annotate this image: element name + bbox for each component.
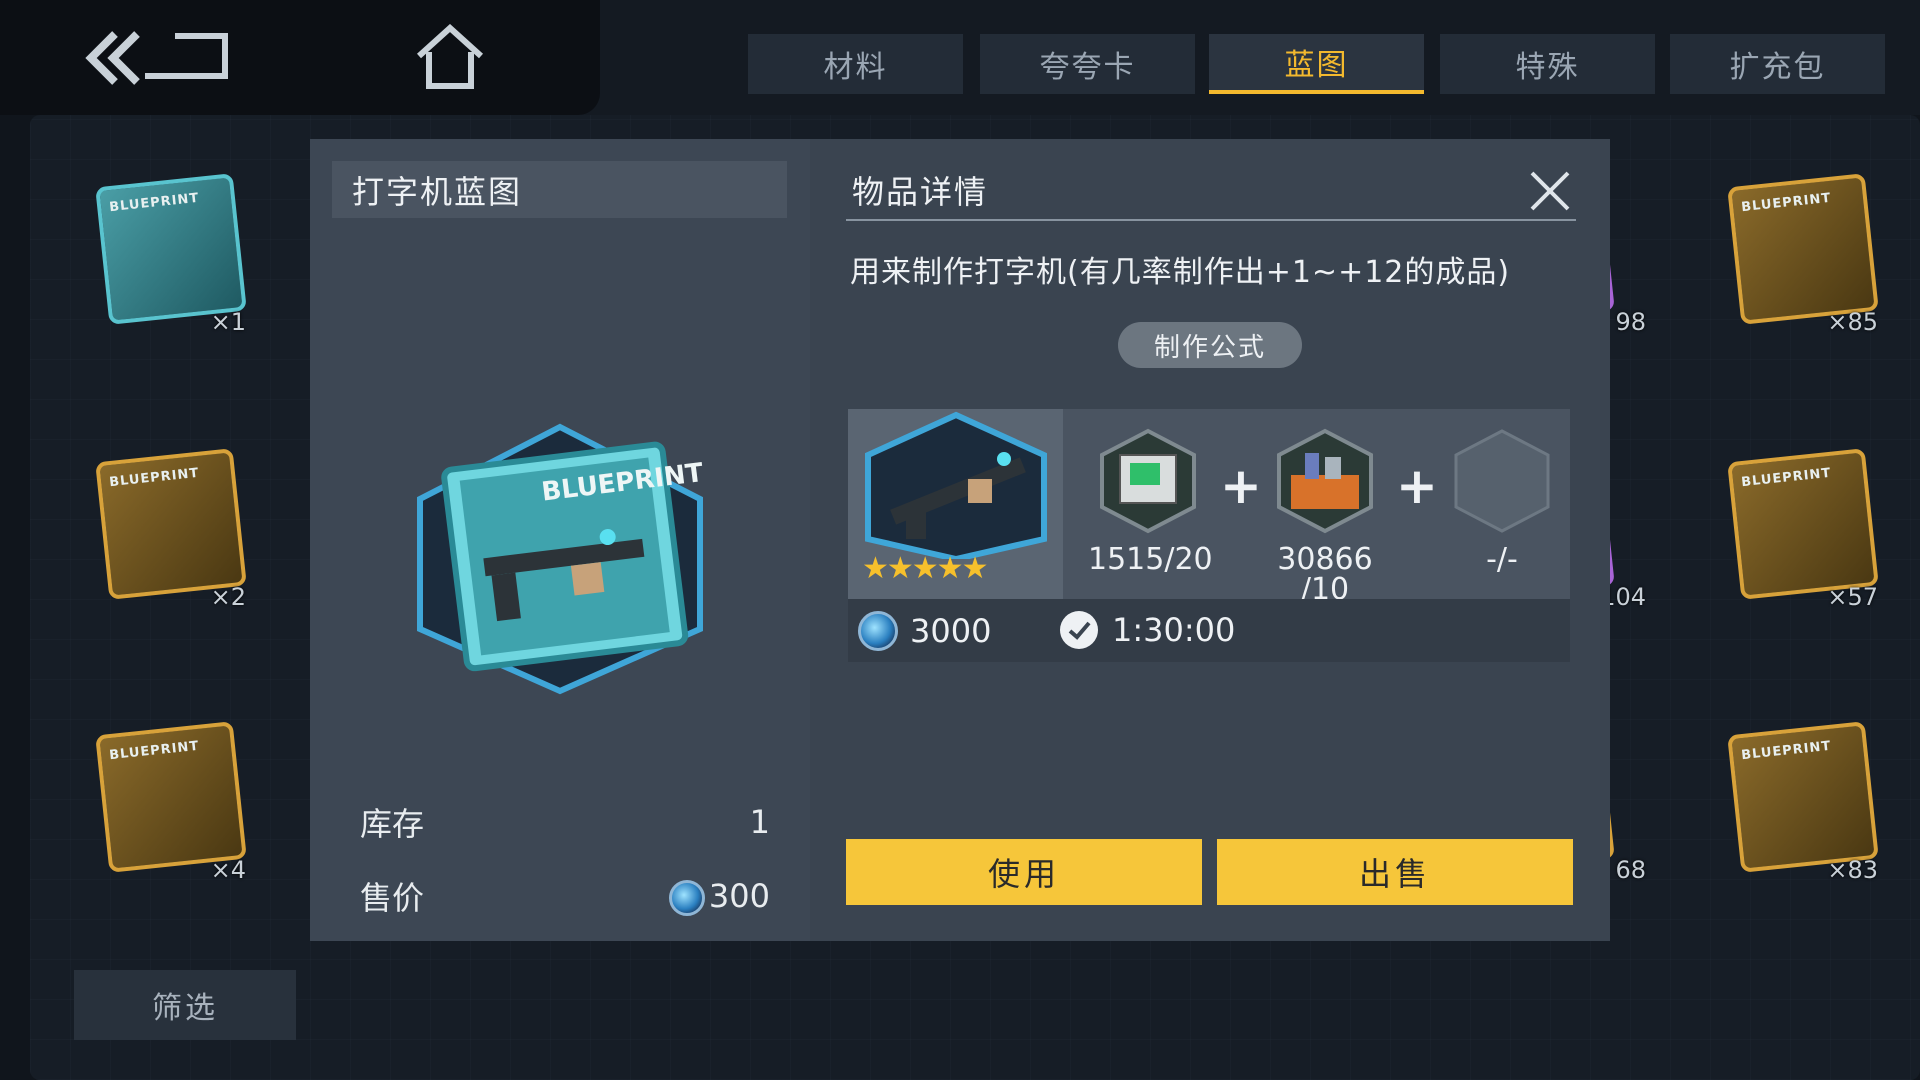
price-label: 售价 bbox=[360, 879, 425, 917]
orange-parts-box-icon bbox=[1277, 428, 1373, 534]
price-group: 300 bbox=[668, 876, 770, 916]
item-detail-panel: 物品详情 用来制作打字机(有几率制作出+1~+12的成品) 制作公式 ★★★★★ bbox=[810, 139, 1610, 941]
recipe-cost-bar: 3000 1:30:00 bbox=[848, 599, 1570, 662]
blueprint-card-icon: BLUEPRINT bbox=[95, 448, 247, 600]
crafting-recipe: ★★★★★ 1515/20 + 30866 /10 + -/- 3000 1:3… bbox=[848, 409, 1570, 662]
double-chevron-left-icon bbox=[85, 31, 228, 85]
inventory-slot[interactable]: BLUEPRINT ×2 bbox=[84, 445, 254, 615]
ingredient-slot[interactable]: 1515/20 bbox=[1088, 427, 1213, 577]
tab-materials[interactable]: 材料 bbox=[748, 34, 963, 94]
craft-cost: 3000 bbox=[858, 611, 991, 651]
inventory-slot[interactable]: BLUEPRINT ×83 bbox=[1716, 718, 1886, 888]
use-button[interactable]: 使用 bbox=[846, 839, 1202, 905]
green-crate-icon bbox=[1100, 428, 1196, 534]
crafting-formula-label: 制作公式 bbox=[1118, 322, 1302, 368]
slot-quantity: ×85 bbox=[1827, 308, 1878, 336]
blueprint-card-icon: BLUEPRINT bbox=[1727, 448, 1879, 600]
tab-special[interactable]: 特殊 bbox=[1440, 34, 1655, 94]
tab-praise-cards[interactable]: 夸夸卡 bbox=[980, 34, 1195, 94]
slot-quantity: ×4 bbox=[210, 856, 246, 884]
blueprint-label: BLUEPRINT bbox=[108, 190, 200, 216]
tab-blueprints[interactable]: 蓝图 bbox=[1209, 34, 1424, 94]
ingredient-slot[interactable]: -/- bbox=[1442, 427, 1562, 575]
blueprint-label: BLUEPRINT bbox=[108, 465, 200, 491]
back-button[interactable] bbox=[85, 28, 235, 88]
blueprint-card-icon: BLUEPRINT bbox=[1727, 721, 1879, 873]
coin-icon bbox=[668, 879, 705, 916]
craft-time: 1:30:00 bbox=[1060, 611, 1235, 649]
plus-sign: + bbox=[1220, 457, 1262, 515]
price-value: 300 bbox=[708, 876, 770, 915]
blueprint-card-icon: BLUEPRINT bbox=[95, 173, 247, 325]
stock-row: 库存 1 bbox=[360, 797, 770, 847]
filter-button[interactable]: 筛选 bbox=[74, 970, 296, 1040]
slot-quantity: ×57 bbox=[1827, 583, 1878, 611]
item-description: 用来制作打字机(有几率制作出+1~+12的成品) bbox=[850, 255, 1511, 290]
blueprint-label: BLUEPRINT bbox=[1740, 465, 1832, 491]
blueprint-large-icon: BLUEPRINT bbox=[400, 419, 720, 699]
inventory-slot[interactable]: BLUEPRINT ×57 bbox=[1716, 445, 1886, 615]
blueprint-label: BLUEPRINT bbox=[1740, 190, 1832, 216]
clock-check-icon bbox=[1060, 611, 1098, 649]
ingredient-count: -/- bbox=[1486, 542, 1518, 577]
slot-quantity: ×2 bbox=[210, 583, 246, 611]
stock-label: 库存 bbox=[360, 805, 425, 843]
ingredient-slot[interactable]: 30866 /10 bbox=[1265, 427, 1385, 605]
slot-quantity: ×1 bbox=[210, 308, 246, 336]
slot-quantity: 68 bbox=[1615, 856, 1646, 884]
blueprint-result-icon bbox=[865, 411, 1047, 563]
sell-button[interactable]: 出售 bbox=[1217, 839, 1573, 905]
item-summary-panel: 打字机蓝图 BLUEPRINT 库存 1 售价 300 bbox=[310, 139, 810, 941]
blueprint-label: BLUEPRINT bbox=[1740, 738, 1832, 764]
empty-hex-slot-icon bbox=[1454, 429, 1550, 533]
craft-cost-value: 3000 bbox=[910, 612, 992, 650]
close-icon bbox=[1530, 171, 1570, 211]
coin-icon bbox=[858, 611, 898, 651]
inventory-slot[interactable]: BLUEPRINT ×4 bbox=[84, 718, 254, 888]
ingredient-count: 1515/20 bbox=[1088, 542, 1213, 577]
inventory-slot[interactable]: BLUEPRINT ×85 bbox=[1716, 170, 1886, 340]
stock-value: 1 bbox=[749, 803, 770, 841]
plus-sign: + bbox=[1396, 457, 1438, 515]
recipe-result[interactable]: ★★★★★ bbox=[848, 409, 1063, 599]
blueprint-card-icon: BLUEPRINT bbox=[1727, 173, 1879, 325]
price-row: 售价 300 bbox=[360, 871, 770, 921]
star-rating: ★★★★★ bbox=[862, 551, 988, 586]
slot-quantity: ×83 bbox=[1827, 856, 1878, 884]
item-name: 打字机蓝图 bbox=[332, 161, 787, 218]
craft-time-value: 1:30:00 bbox=[1112, 611, 1236, 649]
detail-title: 物品详情 bbox=[846, 161, 1576, 221]
inventory-slot[interactable]: BLUEPRINT ×1 bbox=[84, 170, 254, 340]
slot-quantity: 98 bbox=[1615, 308, 1646, 336]
item-detail-dialog: 打字机蓝图 BLUEPRINT 库存 1 售价 300 物品详情 用来制作打字机… bbox=[310, 139, 1610, 941]
blueprint-label: BLUEPRINT bbox=[108, 738, 200, 764]
home-button[interactable] bbox=[415, 23, 485, 90]
tab-expansion[interactable]: 扩充包 bbox=[1670, 34, 1885, 94]
top-nav-panel bbox=[0, 0, 600, 115]
blueprint-card-icon: BLUEPRINT bbox=[95, 721, 247, 873]
home-icon bbox=[416, 23, 484, 89]
close-button[interactable] bbox=[1526, 167, 1574, 215]
ingredient-count: 30866 /10 bbox=[1277, 542, 1373, 607]
